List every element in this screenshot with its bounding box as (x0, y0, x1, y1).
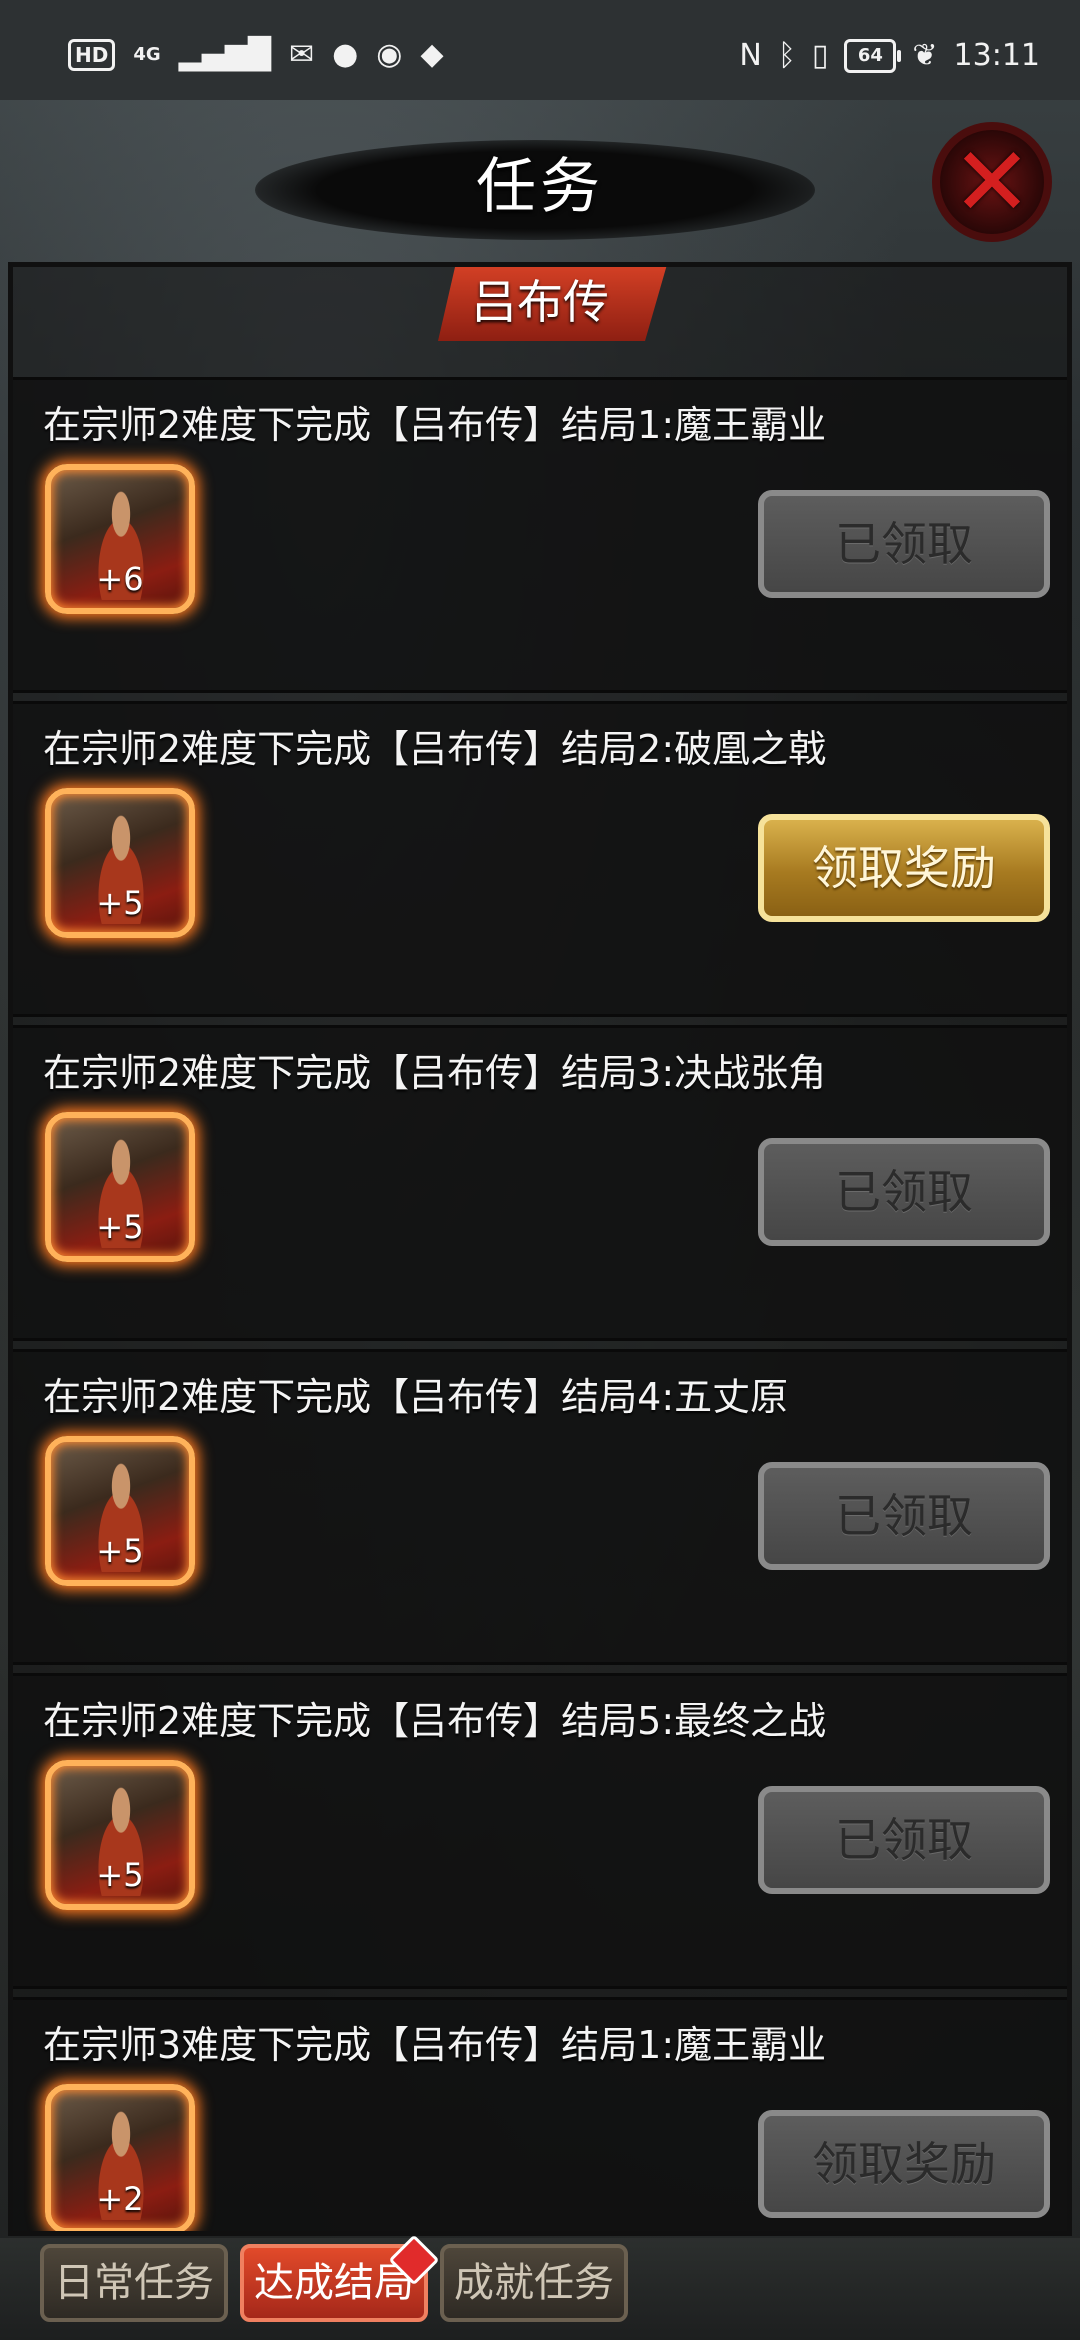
claimed-button[interactable]: 已领取 (758, 1786, 1050, 1894)
header: 任务 ✕ (0, 100, 1080, 260)
task-title: 在宗师2难度下完成【吕布传】结局4:五丈原 (43, 1375, 789, 1419)
page-title: 任务 (476, 152, 604, 222)
task-item: 在宗师3难度下完成【吕布传】结局1:魔王霸业 +2 领取奖励 (13, 1997, 1067, 2231)
task-item: 在宗师2难度下完成【吕布传】结局2:破凰之戟 +5 领取奖励 (13, 701, 1067, 1017)
reward-count: +6 (96, 560, 144, 598)
reward-count: +2 (96, 2180, 144, 2218)
nfc-icon: N (739, 37, 762, 73)
signal-icon: ▂▄▆█ (178, 37, 271, 72)
tab-achievements[interactable]: 成就任务 (440, 2244, 628, 2322)
reward-count: +5 (96, 1208, 144, 1246)
voice-icon: ◉ (376, 37, 403, 72)
task-title: 在宗师2难度下完成【吕布传】结局2:破凰之戟 (43, 727, 827, 771)
reward-card[interactable]: +5 (45, 1760, 195, 1910)
task-title: 在宗师3难度下完成【吕布传】结局1:魔王霸业 (43, 2023, 827, 2067)
app-icon: ◆ (420, 37, 444, 72)
battery-icon: 64 (844, 38, 902, 73)
status-bar: HD 4G ▂▄▆█ ✉ ● ◉ ◆ N ᛒ ▯ 64 ❦ 13:11 (0, 0, 1080, 100)
game-screen: HD 4G ▂▄▆█ ✉ ● ◉ ◆ N ᛒ ▯ 64 ❦ 13:11 任务 ✕… (0, 0, 1080, 2340)
claimed-button[interactable]: 已领取 (758, 1138, 1050, 1246)
reward-count: +5 (96, 884, 144, 922)
claim-reward-button-disabled[interactable]: 领取奖励 (758, 2110, 1050, 2218)
reward-card[interactable]: +6 (45, 464, 195, 614)
bottom-tab-bar: 日常任务 达成结局 成就任务 (0, 2234, 1080, 2340)
reward-count: +5 (96, 1856, 144, 1894)
section-title: 吕布传 (471, 275, 609, 329)
task-item: 在宗师2难度下完成【吕布传】结局5:最终之战 +5 已领取 (13, 1673, 1067, 1989)
task-title: 在宗师2难度下完成【吕布传】结局1:魔王霸业 (43, 403, 827, 447)
bluetooth-icon: ᛒ (777, 37, 796, 73)
hd-icon: HD (68, 39, 116, 71)
reward-card[interactable]: +2 (45, 2084, 195, 2231)
reward-count: +5 (96, 1532, 144, 1570)
claim-reward-button[interactable]: 领取奖励 (758, 814, 1050, 922)
clock: 13:11 (953, 38, 1040, 73)
vibrate-icon: ▯ (811, 37, 829, 73)
close-button[interactable]: ✕ (932, 122, 1052, 242)
close-icon: ✕ (951, 126, 1033, 238)
claimed-button[interactable]: 已领取 (758, 490, 1050, 598)
chat-icon: ● (332, 37, 359, 72)
claimed-button[interactable]: 已领取 (758, 1462, 1050, 1570)
task-title: 在宗师2难度下完成【吕布传】结局3:决战张角 (43, 1051, 827, 1095)
message-icon: ✉ (288, 37, 315, 72)
task-title: 在宗师2难度下完成【吕布传】结局5:最终之战 (43, 1699, 827, 1743)
task-list[interactable]: 在宗师2难度下完成【吕布传】结局1:魔王霸业 +6 已领取 在宗师2难度下完成【… (13, 377, 1067, 2231)
reward-card[interactable]: +5 (45, 1112, 195, 1262)
task-item: 在宗师2难度下完成【吕布传】结局4:五丈原 +5 已领取 (13, 1349, 1067, 1665)
task-item: 在宗师2难度下完成【吕布传】结局3:决战张角 +5 已领取 (13, 1025, 1067, 1341)
status-right: N ᛒ ▯ 64 ❦ 13:11 (739, 38, 1040, 73)
task-item: 在宗师2难度下完成【吕布传】结局1:魔王霸业 +6 已领取 (13, 377, 1067, 693)
leaf-icon: ❦ (912, 37, 938, 73)
reward-card[interactable]: +5 (45, 788, 195, 938)
reward-card[interactable]: +5 (45, 1436, 195, 1586)
status-left: HD 4G ▂▄▆█ ✉ ● ◉ ◆ (68, 38, 444, 72)
network-type-icon: 4G (133, 44, 161, 65)
tab-daily-tasks[interactable]: 日常任务 (40, 2244, 228, 2322)
task-panel: 吕布传 在宗师2难度下完成【吕布传】结局1:魔王霸业 +6 已领取 在宗师2难度… (8, 262, 1072, 2236)
